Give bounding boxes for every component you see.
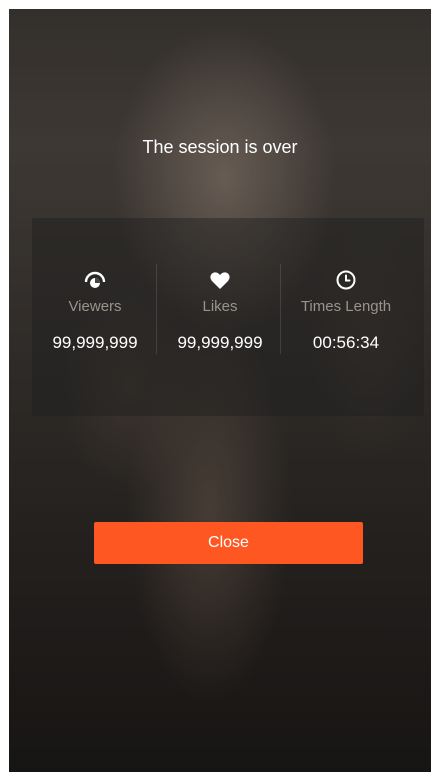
close-button[interactable]: Close: [94, 522, 363, 564]
heart-icon: [210, 272, 230, 289]
viewers-label: Viewers: [68, 298, 122, 315]
stat-divider: [280, 264, 281, 354]
likes-stat: Likes 99,999,999: [160, 268, 280, 353]
duration-value: 00:56:34: [312, 333, 380, 352]
duration-label: Times Length: [300, 298, 392, 315]
session-stats-card: Viewers 99,999,999 Likes 99,999,999 Time…: [32, 218, 424, 416]
viewers-value: 99,999,999: [52, 333, 138, 352]
eye-icon: [84, 271, 106, 288]
likes-label: Likes: [202, 298, 238, 315]
clock-icon: [336, 270, 356, 290]
likes-value: 99,999,999: [177, 333, 263, 352]
stat-divider: [156, 264, 157, 354]
session-ended-screen: The session is over Viewers 99,999,999 L…: [9, 9, 431, 772]
viewers-stat: Viewers 99,999,999: [35, 268, 155, 353]
duration-stat: Times Length 00:56:34: [286, 268, 406, 353]
session-title: The session is over: [142, 137, 298, 157]
